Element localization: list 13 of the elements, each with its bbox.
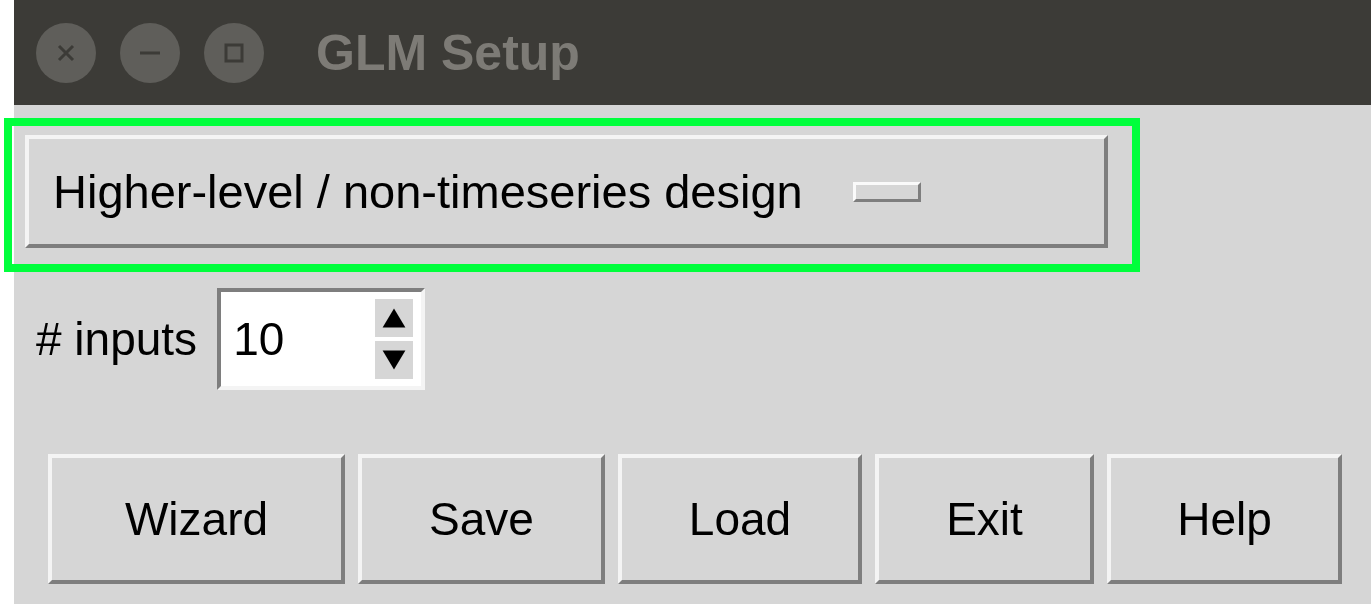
design-dropdown[interactable]: Higher-level / non-timeseries design — [25, 135, 1108, 248]
dropdown-indicator-icon — [852, 181, 921, 202]
window-title: GLM Setup — [316, 23, 580, 82]
action-button[interactable]: Help — [1107, 454, 1342, 584]
action-button[interactable]: Wizard — [48, 454, 345, 584]
action-button[interactable]: Save — [358, 454, 605, 584]
minimize-icon[interactable] — [120, 22, 180, 83]
inputs-spinbox[interactable]: 10 — [217, 288, 426, 390]
action-button[interactable]: Exit — [875, 454, 1094, 584]
maximize-icon[interactable] — [204, 22, 264, 83]
close-icon[interactable] — [36, 22, 96, 83]
inputs-label: # inputs — [36, 312, 198, 366]
action-button[interactable]: Load — [618, 454, 862, 584]
